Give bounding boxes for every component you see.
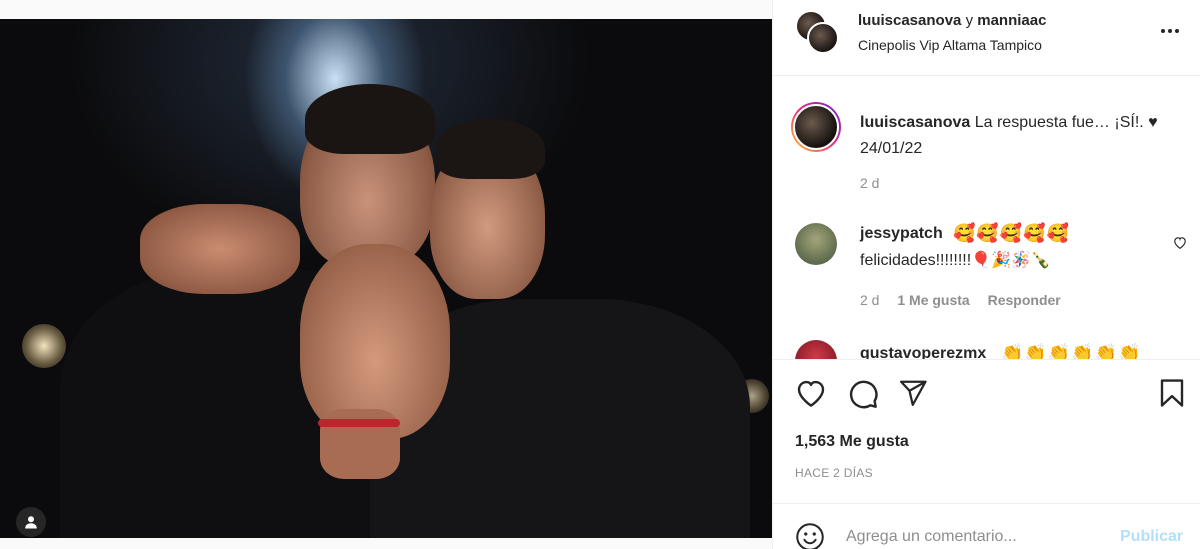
comment-likes[interactable]: 1 Me gusta [897, 292, 969, 308]
comment-input[interactable] [846, 525, 1096, 549]
post-side-panel: luuiscasanova y manniaac Cinepolis Vip A… [772, 0, 1200, 549]
publish-button[interactable]: Publicar [1120, 528, 1183, 546]
caption-author-avatar[interactable] [791, 102, 841, 152]
person-left-hair [305, 84, 435, 154]
smiley-icon[interactable] [795, 522, 825, 549]
person-right-hair [435, 119, 545, 179]
user-tag-button[interactable] [16, 507, 46, 537]
post-header: luuiscasanova y manniaac Cinepolis Vip A… [773, 0, 1200, 76]
post-location[interactable]: Cinepolis Vip Altama Tampico [858, 37, 1042, 53]
comment-like-heart-icon[interactable] [1173, 236, 1187, 249]
heart-icon[interactable] [795, 378, 827, 408]
comment-avatar[interactable] [795, 340, 837, 359]
comment-emojis: 👏👏👏👏👏👏 [1001, 343, 1142, 359]
avatar[interactable] [807, 22, 839, 54]
author-username[interactable]: luuiscasanova [858, 12, 961, 29]
post-time-ago[interactable]: HACE 2 DÍAS [795, 466, 873, 480]
reply-button[interactable]: Responder [988, 292, 1061, 308]
top-strip [0, 0, 772, 19]
comment-username[interactable]: gustavoperezmx [860, 345, 986, 359]
caption-username[interactable]: luuiscasanova [860, 114, 970, 131]
post-photo[interactable] [0, 19, 772, 538]
post-authors: luuiscasanova y manniaac [858, 12, 1046, 29]
comment-meta: 2 d 1 Me gusta Responder [860, 292, 1075, 308]
collab-avatars[interactable] [795, 10, 839, 54]
pointing-hand [140, 204, 300, 294]
bokeh-light [22, 324, 66, 368]
red-bracelet [318, 419, 400, 427]
comment-time[interactable]: 2 d [860, 292, 879, 308]
more-options-button[interactable] [1155, 20, 1185, 42]
user-tag-icon [25, 516, 37, 529]
bottom-strip [0, 538, 772, 549]
comment-avatar[interactable] [795, 223, 837, 265]
paper-plane-icon[interactable] [898, 378, 928, 408]
comment-emojis: 🥰🥰🥰🥰🥰 [953, 223, 1071, 243]
comment-bubble-icon[interactable] [847, 378, 879, 410]
bookmark-icon[interactable] [1159, 378, 1185, 408]
post-actions: 1,563 Me gusta HACE 2 DÍAS Publicar [773, 359, 1200, 549]
comment-username[interactable]: jessypatch [860, 225, 943, 243]
more-horizontal-icon [1161, 29, 1179, 33]
caption-time[interactable]: 2 d [860, 175, 879, 191]
author-username[interactable]: manniaac [977, 12, 1046, 29]
author-conjunction: y [965, 12, 974, 29]
likes-count[interactable]: 1,563 Me gusta [795, 433, 909, 451]
comment-text: felicidades!!!!!!!!🎈🎉🪅🍾 [860, 252, 1051, 269]
comments-list[interactable]: luuiscasanova La respuesta fue… ¡SÍ!. ♥ … [773, 77, 1200, 359]
add-comment-row: Publicar [773, 503, 1200, 549]
caption: luuiscasanova La respuesta fue… ¡SÍ!. ♥ … [860, 110, 1180, 162]
